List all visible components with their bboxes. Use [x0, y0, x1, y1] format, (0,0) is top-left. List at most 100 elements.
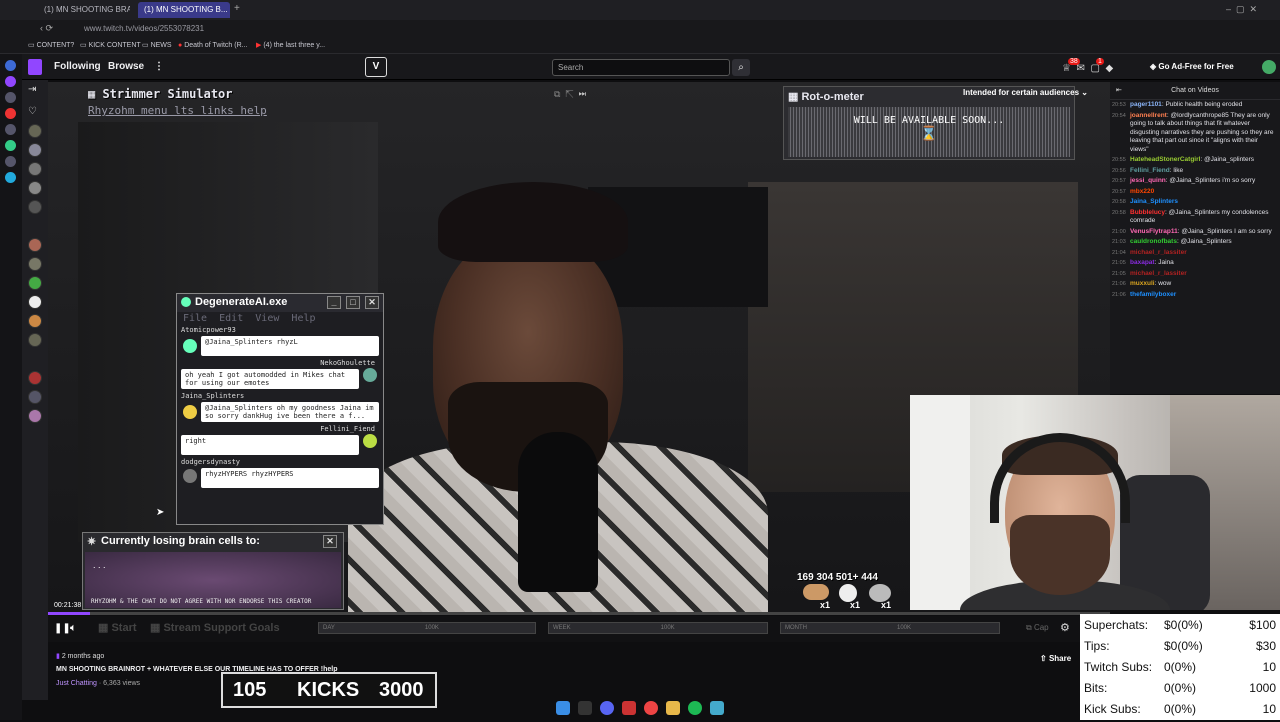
search-icon[interactable]: ⌕: [732, 59, 750, 76]
chat-username[interactable]: cauldronofbats: [1130, 238, 1177, 245]
followed-channels-sidebar: ⇥ ♡: [22, 80, 48, 700]
donation-row: Kick Subs: 0(0%) 10: [1084, 702, 1276, 722]
heart-icon[interactable]: ♡: [28, 106, 37, 117]
chat-username[interactable]: baxapat: [1130, 259, 1155, 266]
ad-free-button[interactable]: ◈ Go Ad-Free for Free: [1150, 62, 1234, 71]
channel-avatar[interactable]: [28, 371, 42, 385]
chat-message: 20:57 mbx220: [1110, 187, 1280, 198]
discord-icon[interactable]: [600, 701, 614, 715]
chat-timestamp: 20:53: [1112, 102, 1126, 108]
chat-username[interactable]: joannellrent: [1130, 112, 1167, 119]
chrome-icon[interactable]: [644, 701, 658, 715]
bookmark-item[interactable]: ● Death of Twitch (R...: [178, 40, 247, 52]
chat-username[interactable]: michael_r_lassiter: [1130, 249, 1187, 256]
channel-avatar[interactable]: [28, 276, 42, 290]
chat-timestamp: 21:03: [1112, 239, 1126, 245]
url-field[interactable]: www.twitch.tv/videos/2553078231: [84, 24, 204, 33]
nav-following[interactable]: Following: [54, 61, 101, 72]
multiplier: x1: [881, 600, 892, 610]
sidebar-app-icon[interactable]: [5, 76, 16, 87]
nav-browse[interactable]: Browse: [108, 61, 144, 72]
video-progress-bar[interactable]: [48, 612, 1110, 615]
channel-avatar[interactable]: [28, 295, 42, 309]
channel-avatar[interactable]: [28, 238, 42, 252]
sidebar-app-icon[interactable]: [5, 140, 16, 151]
chat-username[interactable]: VenusFlytrap11: [1130, 228, 1178, 235]
window-controls[interactable]: – ▢ ✕: [1226, 4, 1257, 15]
channel-avatar[interactable]: [28, 390, 42, 404]
donation-goal: 1000: [1249, 681, 1276, 695]
sidebar-app-icon[interactable]: [5, 172, 16, 183]
volume-icon[interactable]: 🔈︎: [70, 622, 77, 635]
pause-icon[interactable]: ❚❚: [54, 623, 71, 634]
avatar[interactable]: [1262, 60, 1276, 74]
message-bubble: @Jaina_Splinters oh my goodness Jaina im…: [201, 402, 379, 422]
channel-avatar[interactable]: [28, 314, 42, 328]
app-icon[interactable]: [710, 701, 724, 715]
category-link[interactable]: Just Chatting: [56, 680, 97, 687]
donation-label: Bits:: [1084, 681, 1108, 695]
sidebar-app-icon[interactable]: [5, 92, 16, 103]
rot-screen: WILL BE AVAILABLE SOON... ⌛: [788, 107, 1070, 157]
chat-username[interactable]: jessi_quinn: [1130, 177, 1166, 184]
chat-username[interactable]: Bubblelucy: [1130, 209, 1165, 216]
user-avatar: [183, 469, 197, 483]
multiplier: x1: [850, 600, 861, 610]
twitch-logo-icon[interactable]: [28, 59, 42, 75]
chat-username[interactable]: Fellini_Fiend: [1130, 167, 1170, 174]
chat-username[interactable]: mbx220: [1130, 188, 1154, 195]
opera-icon[interactable]: [622, 701, 636, 715]
rot-o-meter: ▦ Rot-o-meter WILL BE AVAILABLE SOON... ⌛: [783, 86, 1075, 160]
chat-message: 21:05 baxapat: Jaina: [1112, 259, 1174, 266]
channel-avatar[interactable]: [28, 162, 42, 176]
chat-text: Jaina: [1158, 259, 1174, 266]
back-icon[interactable]: ‹ ⟳: [40, 23, 53, 34]
chat-username[interactable]: thefamilyboxer: [1130, 291, 1176, 298]
channel-avatar[interactable]: [28, 124, 42, 138]
chat-message: 20:53 pager1101: Public health being erod…: [1112, 101, 1243, 108]
chat-message: 21:06 thefamilyboxer: [1110, 290, 1280, 301]
channel-avatar[interactable]: [28, 200, 42, 214]
collapse-icon[interactable]: ⇥: [28, 84, 36, 95]
sidebar-app-icon[interactable]: [5, 60, 16, 71]
browser-tab-active[interactable]: (1) MN SHOOTING B...: [138, 2, 230, 18]
chat-username[interactable]: Jaina_Splinters: [1130, 198, 1178, 205]
channel-avatar[interactable]: [28, 143, 42, 157]
extension-logo-icon[interactable]: V: [365, 57, 387, 77]
sidebar-app-icon[interactable]: [5, 108, 16, 119]
settings-gear-icon[interactable]: ⚙: [1060, 621, 1070, 634]
chat-timestamp: 21:05: [1112, 270, 1126, 277]
sidebar-app-icon[interactable]: [5, 156, 16, 167]
channel-avatar[interactable]: [28, 409, 42, 423]
share-button[interactable]: ⇧ Share: [1040, 654, 1071, 663]
chat-username[interactable]: michael_r_lassiter: [1130, 270, 1187, 277]
search-icon[interactable]: [578, 701, 592, 715]
chat-username[interactable]: HateheadStonerCatgirl: [1130, 156, 1200, 163]
search-input[interactable]: Search: [552, 59, 730, 76]
browser-tab[interactable]: (1) MN SHOOTING BRAIN...: [38, 2, 130, 18]
more-icon[interactable]: ⋮: [154, 61, 164, 72]
new-tab-button[interactable]: +: [234, 3, 240, 14]
bookmark-item[interactable]: ▭ NEWS: [142, 40, 172, 52]
channel-avatar[interactable]: [28, 257, 42, 271]
chat-username[interactable]: muxxuli: [1130, 280, 1155, 287]
channel-avatar[interactable]: [28, 181, 42, 195]
chat-message-list: 20:53 pager1101: Public health being erod…: [1110, 100, 1280, 300]
bookmark-item[interactable]: ▶ (4) the last three y...: [256, 40, 325, 52]
start-icon[interactable]: [556, 701, 570, 715]
sidebar-app-icon[interactable]: [5, 124, 16, 135]
chat-message: 20:54 joannellrent: @lordlycanthrope85 Th…: [1112, 111, 1274, 153]
chat-message: 21:04 michael_r_lassiter: [1110, 248, 1280, 259]
folder-icon[interactable]: [666, 701, 680, 715]
video-info: ▮ 2 months ago MN SHOOTING BRAINROT + WH…: [48, 642, 1110, 700]
prime-icon[interactable]: ♕ ✉ ▢ ◆: [1062, 63, 1113, 74]
chat-username[interactable]: pager1101: [1130, 101, 1162, 108]
message-author: Fellini_Fiend: [320, 425, 375, 433]
channel-avatar[interactable]: [28, 333, 42, 347]
bookmark-item[interactable]: ▭ KICK CONTENT: [80, 40, 141, 52]
audience-warning[interactable]: Intended for certain audiences ⌄: [963, 88, 1088, 97]
bookmark-item[interactable]: ▭ CONTENT?: [28, 40, 74, 52]
spotify-icon[interactable]: [688, 701, 702, 715]
player-icons[interactable]: ⧉ ⇱ ⏭: [554, 89, 586, 100]
collapse-chat-icon[interactable]: ⇤: [1116, 82, 1122, 100]
